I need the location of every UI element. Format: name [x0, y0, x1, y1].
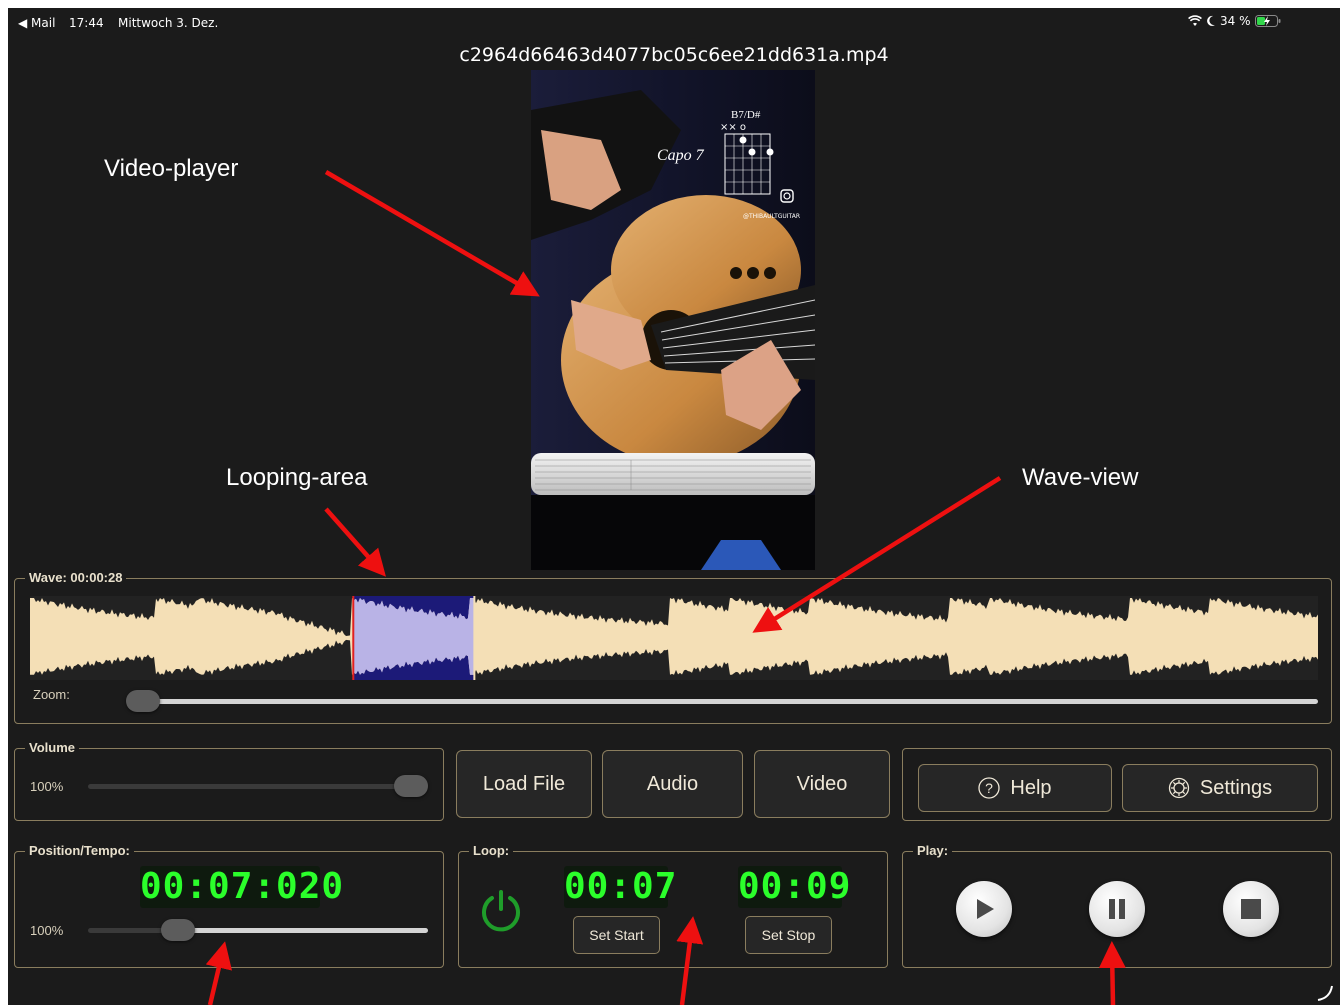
set-stop-button[interactable]: Set Stop — [745, 916, 832, 954]
audio-button[interactable]: Audio — [602, 750, 743, 818]
video-player[interactable]: Capo 7 B7/D# ×× o @THIBAULTGUITAR — [531, 70, 815, 570]
loop-title: Loop: — [469, 843, 514, 859]
question-circle-icon: ? — [978, 777, 1001, 799]
position-slider-thumb[interactable] — [161, 919, 195, 941]
settings-label: Settings — [1199, 776, 1273, 799]
pause-button[interactable] — [1089, 881, 1145, 937]
volume-value: 100% — [30, 779, 64, 794]
wave-title: Wave: 00:00:28 — [25, 570, 127, 586]
zoom-label: Zoom: — [33, 687, 70, 702]
video-capo-text: Capo 7 — [657, 147, 705, 164]
video-label: Video — [796, 772, 848, 795]
position-slider-fill — [183, 928, 428, 933]
set-stop-label: Set Stop — [761, 927, 816, 943]
status-time: 17:44 — [69, 16, 104, 30]
volume-slider-track[interactable] — [88, 784, 428, 789]
status-back-link[interactable]: ◀ Mail — [18, 16, 55, 30]
power-icon[interactable] — [478, 889, 524, 935]
settings-button[interactable]: Settings — [1122, 764, 1318, 812]
play-title: Play: — [913, 843, 953, 859]
app-screen: ◀ Mail 17:44 Mittwoch 3. Dez. 34 % c2964… — [8, 8, 1340, 1005]
zoom-slider-thumb[interactable] — [126, 690, 160, 712]
annotation-video-player: Video-player — [104, 155, 239, 182]
status-date: Mittwoch 3. Dez. — [118, 16, 219, 30]
annotation-looping-area: Looping-area — [226, 464, 368, 491]
gear-icon — [1168, 777, 1190, 799]
audio-label: Audio — [646, 772, 699, 795]
set-start-label: Set Start — [589, 927, 644, 943]
battery-percent: 34 % — [1220, 14, 1251, 28]
resize-handle-icon[interactable] — [1316, 984, 1334, 1002]
tempo-value: 100% — [30, 923, 64, 938]
help-label: Help — [1010, 776, 1052, 799]
video-button[interactable]: Video — [754, 750, 890, 818]
moon-icon — [1207, 15, 1215, 26]
waveform-shape — [30, 598, 1318, 675]
set-start-button[interactable]: Set Start — [573, 916, 660, 954]
play-icon — [977, 899, 994, 919]
battery-charging-icon — [1254, 15, 1280, 27]
wifi-icon — [1188, 15, 1202, 26]
volume-title: Volume — [25, 740, 79, 756]
load-file-label: Load File — [482, 772, 566, 795]
wave-view[interactable] — [30, 596, 1318, 680]
status-indicators: 34 % — [1188, 14, 1281, 28]
video-chord-name: B7/D# — [731, 109, 761, 121]
video-chord-markers: ×× o — [720, 122, 746, 133]
pause-icon — [1109, 899, 1125, 919]
svg-text:?: ? — [986, 780, 994, 796]
stop-button[interactable] — [1223, 881, 1279, 937]
play-button[interactable] — [956, 881, 1012, 937]
file-name: c2964d66463d4077bc05c6ee21dd631a.mp4 — [459, 44, 889, 66]
position-title: Position/Tempo: — [25, 843, 134, 859]
volume-slider-thumb[interactable] — [394, 775, 428, 797]
loop-start-display: 00:07 — [564, 866, 678, 908]
help-button[interactable]: ? Help — [918, 764, 1112, 812]
position-time-display: 00:07:020 — [140, 866, 345, 908]
video-frame: Capo 7 B7/D# ×× o @THIBAULTGUITAR — [531, 70, 815, 570]
stop-icon — [1241, 899, 1261, 919]
zoom-slider-track[interactable] — [144, 699, 1318, 704]
load-file-button[interactable]: Load File — [456, 750, 592, 818]
video-handle: @THIBAULTGUITAR — [743, 213, 800, 220]
loop-stop-display: 00:09 — [738, 866, 852, 908]
waveform — [30, 596, 1318, 680]
annotation-wave-view: Wave-view — [1022, 464, 1139, 491]
